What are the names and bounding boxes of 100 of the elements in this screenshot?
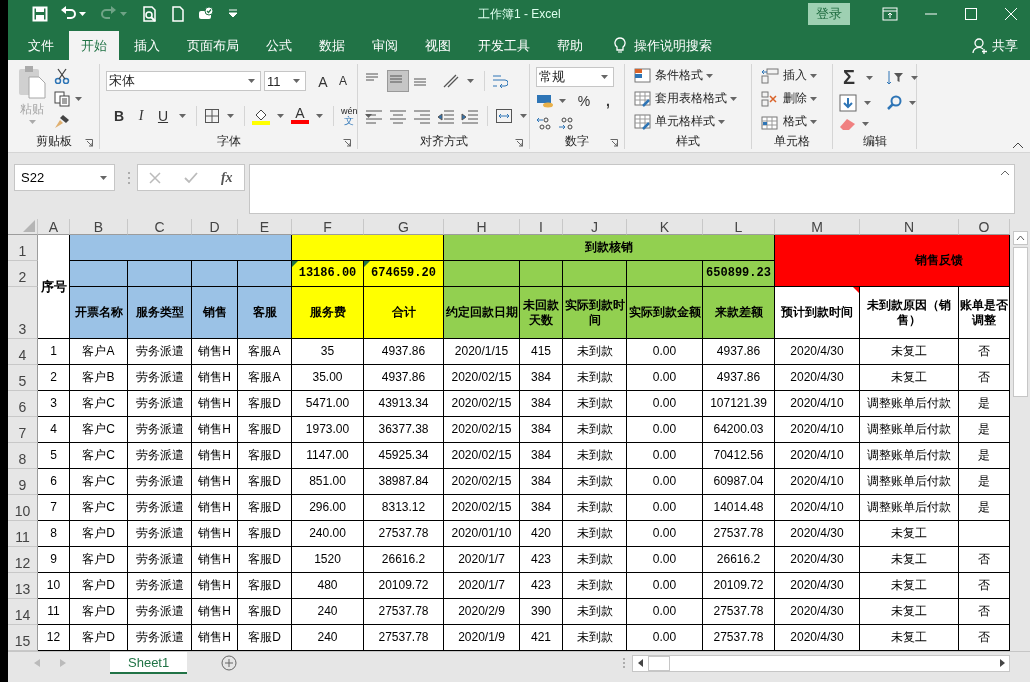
style-menu-button[interactable]: 条件格式 [631, 66, 743, 85]
increase-indent-icon[interactable] [460, 107, 480, 124]
share-button[interactable]: 共享 [992, 36, 1018, 55]
scroll-right-icon[interactable] [997, 659, 1007, 667]
row-header[interactable]: 11 [8, 521, 38, 547]
save-icon[interactable] [32, 6, 48, 22]
sort-filter-icon[interactable] [886, 69, 904, 86]
caret-icon[interactable] [248, 79, 255, 84]
sheet-tab[interactable]: Sheet1 [110, 652, 188, 674]
row-header[interactable]: 3 [8, 287, 38, 339]
caret-icon[interactable] [718, 119, 725, 124]
scroll-left-icon[interactable] [636, 659, 646, 667]
caret-icon[interactable] [866, 75, 873, 80]
increase-decimal-icon[interactable] [536, 115, 552, 130]
phonetic-button[interactable]: wén 文 [341, 106, 358, 125]
close-icon[interactable] [1004, 7, 1018, 21]
caret-icon[interactable] [316, 113, 323, 118]
fill-down-icon[interactable] [839, 94, 857, 112]
caret-icon[interactable] [862, 121, 869, 126]
row-header[interactable]: 10 [8, 495, 38, 521]
column-header[interactable]: B [70, 219, 128, 235]
italic-button[interactable]: I [132, 107, 150, 124]
row-header[interactable]: 13 [8, 573, 38, 599]
caret-icon[interactable] [810, 73, 817, 78]
ribbon-tab[interactable]: 开发工具 [466, 31, 542, 60]
row-header[interactable]: 5 [8, 365, 38, 391]
add-sheet-icon[interactable] [221, 655, 238, 671]
ribbon-tab[interactable]: 审阅 [360, 31, 410, 60]
name-box[interactable]: S22 [14, 164, 115, 191]
caret-icon[interactable] [100, 175, 107, 180]
style-menu-button[interactable]: 套用表格格式 [631, 89, 743, 108]
scroll-thumb[interactable] [648, 655, 670, 671]
caret-icon[interactable] [911, 75, 918, 80]
currency-format-icon[interactable] [536, 93, 554, 110]
ribbon-tab[interactable]: 帮助 [545, 31, 595, 60]
row-header[interactable]: 9 [8, 469, 38, 495]
scroll-thumb[interactable] [1012, 247, 1028, 397]
caret-icon[interactable] [467, 79, 474, 84]
column-header[interactable]: H [444, 219, 520, 235]
cells-menu-button[interactable]: 格式 [758, 112, 823, 131]
column-header[interactable]: J [563, 219, 627, 235]
caret-icon[interactable] [520, 113, 527, 118]
column-header[interactable]: F [292, 219, 364, 235]
cut-icon[interactable] [54, 67, 70, 84]
caret-icon[interactable] [293, 79, 300, 84]
row-header[interactable]: 2 [8, 261, 38, 287]
caret-icon[interactable] [601, 75, 608, 80]
ribbon-tab[interactable]: 文件 [16, 31, 66, 60]
align-left-icon[interactable] [364, 107, 384, 124]
undo-icon[interactable] [60, 6, 76, 22]
column-header[interactable]: E [238, 219, 292, 235]
ribbon-display-icon[interactable] [882, 7, 898, 21]
comma-button[interactable]: , [599, 93, 617, 110]
column-header[interactable]: G [364, 219, 444, 235]
caret-icon[interactable] [364, 113, 372, 118]
formula-input[interactable] [249, 164, 1015, 214]
maximize-icon[interactable] [964, 7, 978, 21]
column-header[interactable]: C [128, 219, 192, 235]
caret-icon[interactable] [730, 96, 737, 101]
ribbon-tab[interactable]: 数据 [307, 31, 357, 60]
cells-menu-button[interactable]: 插入 [758, 66, 823, 85]
caret-icon[interactable] [79, 12, 86, 16]
cells-menu-button[interactable]: 删除 [758, 89, 823, 108]
font-name-dropdown[interactable]: 宋体 [106, 71, 261, 92]
ribbon-tab[interactable]: 视图 [413, 31, 463, 60]
dialog-launcher-icon[interactable] [343, 139, 351, 147]
scroll-up-icon[interactable] [1012, 231, 1028, 245]
print-preview-icon[interactable] [142, 6, 158, 22]
row-header[interactable]: 14 [8, 599, 38, 625]
row-header[interactable]: 8 [8, 443, 38, 469]
caret-icon[interactable] [227, 113, 234, 118]
column-header[interactable]: L [703, 219, 775, 235]
ribbon-tab[interactable]: 开始 [69, 31, 119, 60]
lightbulb-icon[interactable] [614, 37, 626, 54]
insert-function-button[interactable]: fx [220, 169, 233, 186]
copy-icon[interactable] [54, 90, 70, 107]
collapse-ribbon-icon[interactable] [1012, 141, 1024, 149]
caret-icon[interactable] [810, 119, 817, 124]
new-document-icon[interactable] [170, 6, 186, 22]
wrap-text-icon[interactable] [492, 73, 508, 90]
sign-in-button[interactable]: 登录 [808, 3, 850, 25]
shrink-font-button[interactable]: A [334, 74, 352, 89]
font-size-dropdown[interactable]: 11 [264, 71, 306, 92]
format-painter-icon[interactable] [54, 113, 70, 130]
caret-icon[interactable] [179, 113, 186, 118]
font-color-button[interactable]: A [291, 107, 309, 125]
column-header[interactable]: I [520, 219, 563, 235]
ribbon-tab[interactable]: 公式 [254, 31, 304, 60]
text-orientation-icon[interactable] [442, 73, 460, 90]
column-header[interactable]: K [627, 219, 703, 235]
caret-icon[interactable] [277, 113, 284, 118]
column-header[interactable]: A [38, 219, 70, 235]
column-header[interactable]: O [959, 219, 1010, 235]
dialog-launcher-icon[interactable] [515, 139, 523, 147]
person-icon[interactable] [972, 37, 988, 54]
borders-icon[interactable] [204, 107, 220, 124]
search-icon[interactable] [886, 95, 902, 111]
decrease-indent-icon[interactable] [436, 107, 456, 124]
bold-button[interactable]: B [110, 107, 128, 124]
merge-center-icon[interactable] [495, 107, 513, 124]
